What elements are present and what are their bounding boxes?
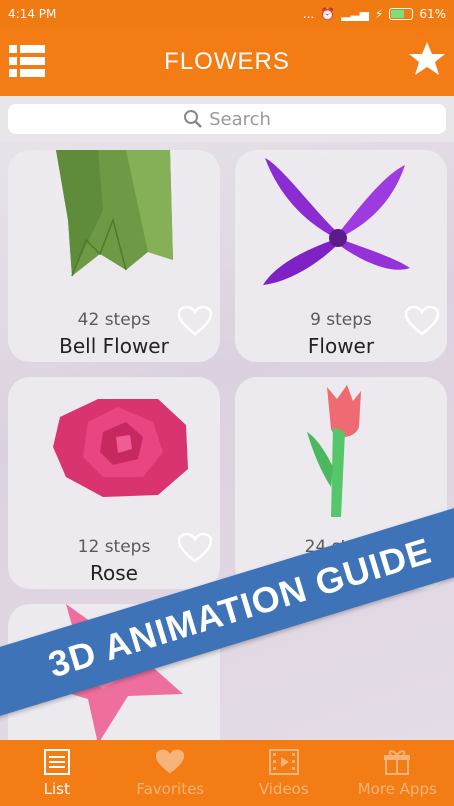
bell-flower-image — [56, 150, 173, 277]
tab-more-apps-label: More Apps — [357, 780, 437, 798]
heart-icon — [156, 749, 185, 774]
signal-icon: ▂▃▅ — [341, 7, 369, 21]
favorites-star-icon[interactable] — [408, 40, 446, 78]
gift-icon — [384, 750, 411, 775]
tab-videos[interactable]: Videos — [227, 740, 341, 806]
status-dots: ... — [302, 7, 315, 21]
search-input[interactable]: Search — [8, 104, 446, 134]
heart-icon[interactable] — [178, 533, 212, 563]
flower-grid: 42 steps Bell Flower 9 steps Flower 12 s… — [0, 142, 454, 740]
tab-videos-label: Videos — [258, 780, 309, 798]
tulip-image — [307, 385, 361, 517]
heart-icon[interactable] — [405, 306, 439, 336]
card-name: Bell Flower — [59, 334, 169, 358]
card-flower[interactable]: 9 steps Flower — [235, 150, 447, 362]
rose-image — [53, 399, 188, 497]
tab-favorites[interactable]: Favorites — [114, 740, 228, 806]
search-placeholder: Search — [209, 108, 271, 130]
status-time: 4:14 PM — [8, 7, 57, 21]
battery-icon — [389, 8, 414, 20]
app-bar: FLOWERS — [0, 28, 454, 96]
card-rose[interactable]: 12 steps Rose — [8, 377, 220, 589]
status-icons: ... ⏰ ▂▃▅ ⚡ 61% — [303, 7, 446, 21]
film-icon — [268, 749, 299, 775]
flower-image — [263, 158, 410, 285]
card-bell-flower[interactable]: 42 steps Bell Flower — [8, 150, 220, 362]
tab-list[interactable]: List — [0, 740, 114, 806]
tab-favorites-label: Favorites — [136, 780, 205, 798]
battery-percent: 61% — [419, 7, 446, 21]
battery-fill — [391, 10, 404, 18]
card-name: Flower — [307, 334, 375, 358]
search-icon — [184, 110, 202, 128]
alarm-icon: ⏰ — [320, 7, 336, 21]
list-menu-icon[interactable] — [8, 42, 46, 80]
bottom-tab-bar: List Favorites Videos More Apps — [0, 740, 454, 806]
list-icon — [43, 749, 70, 775]
status-bar: 4:14 PM ... ⏰ ▂▃▅ ⚡ 61% — [0, 0, 454, 28]
tab-list-label: List — [43, 780, 70, 798]
card-name: Rose — [90, 561, 138, 585]
page-title: FLOWERS — [164, 48, 290, 75]
search-bar-container: Search — [0, 96, 454, 142]
heart-icon[interactable] — [178, 306, 212, 336]
tab-more-apps[interactable]: More Apps — [341, 740, 454, 806]
charging-icon: ⚡ — [374, 7, 384, 21]
